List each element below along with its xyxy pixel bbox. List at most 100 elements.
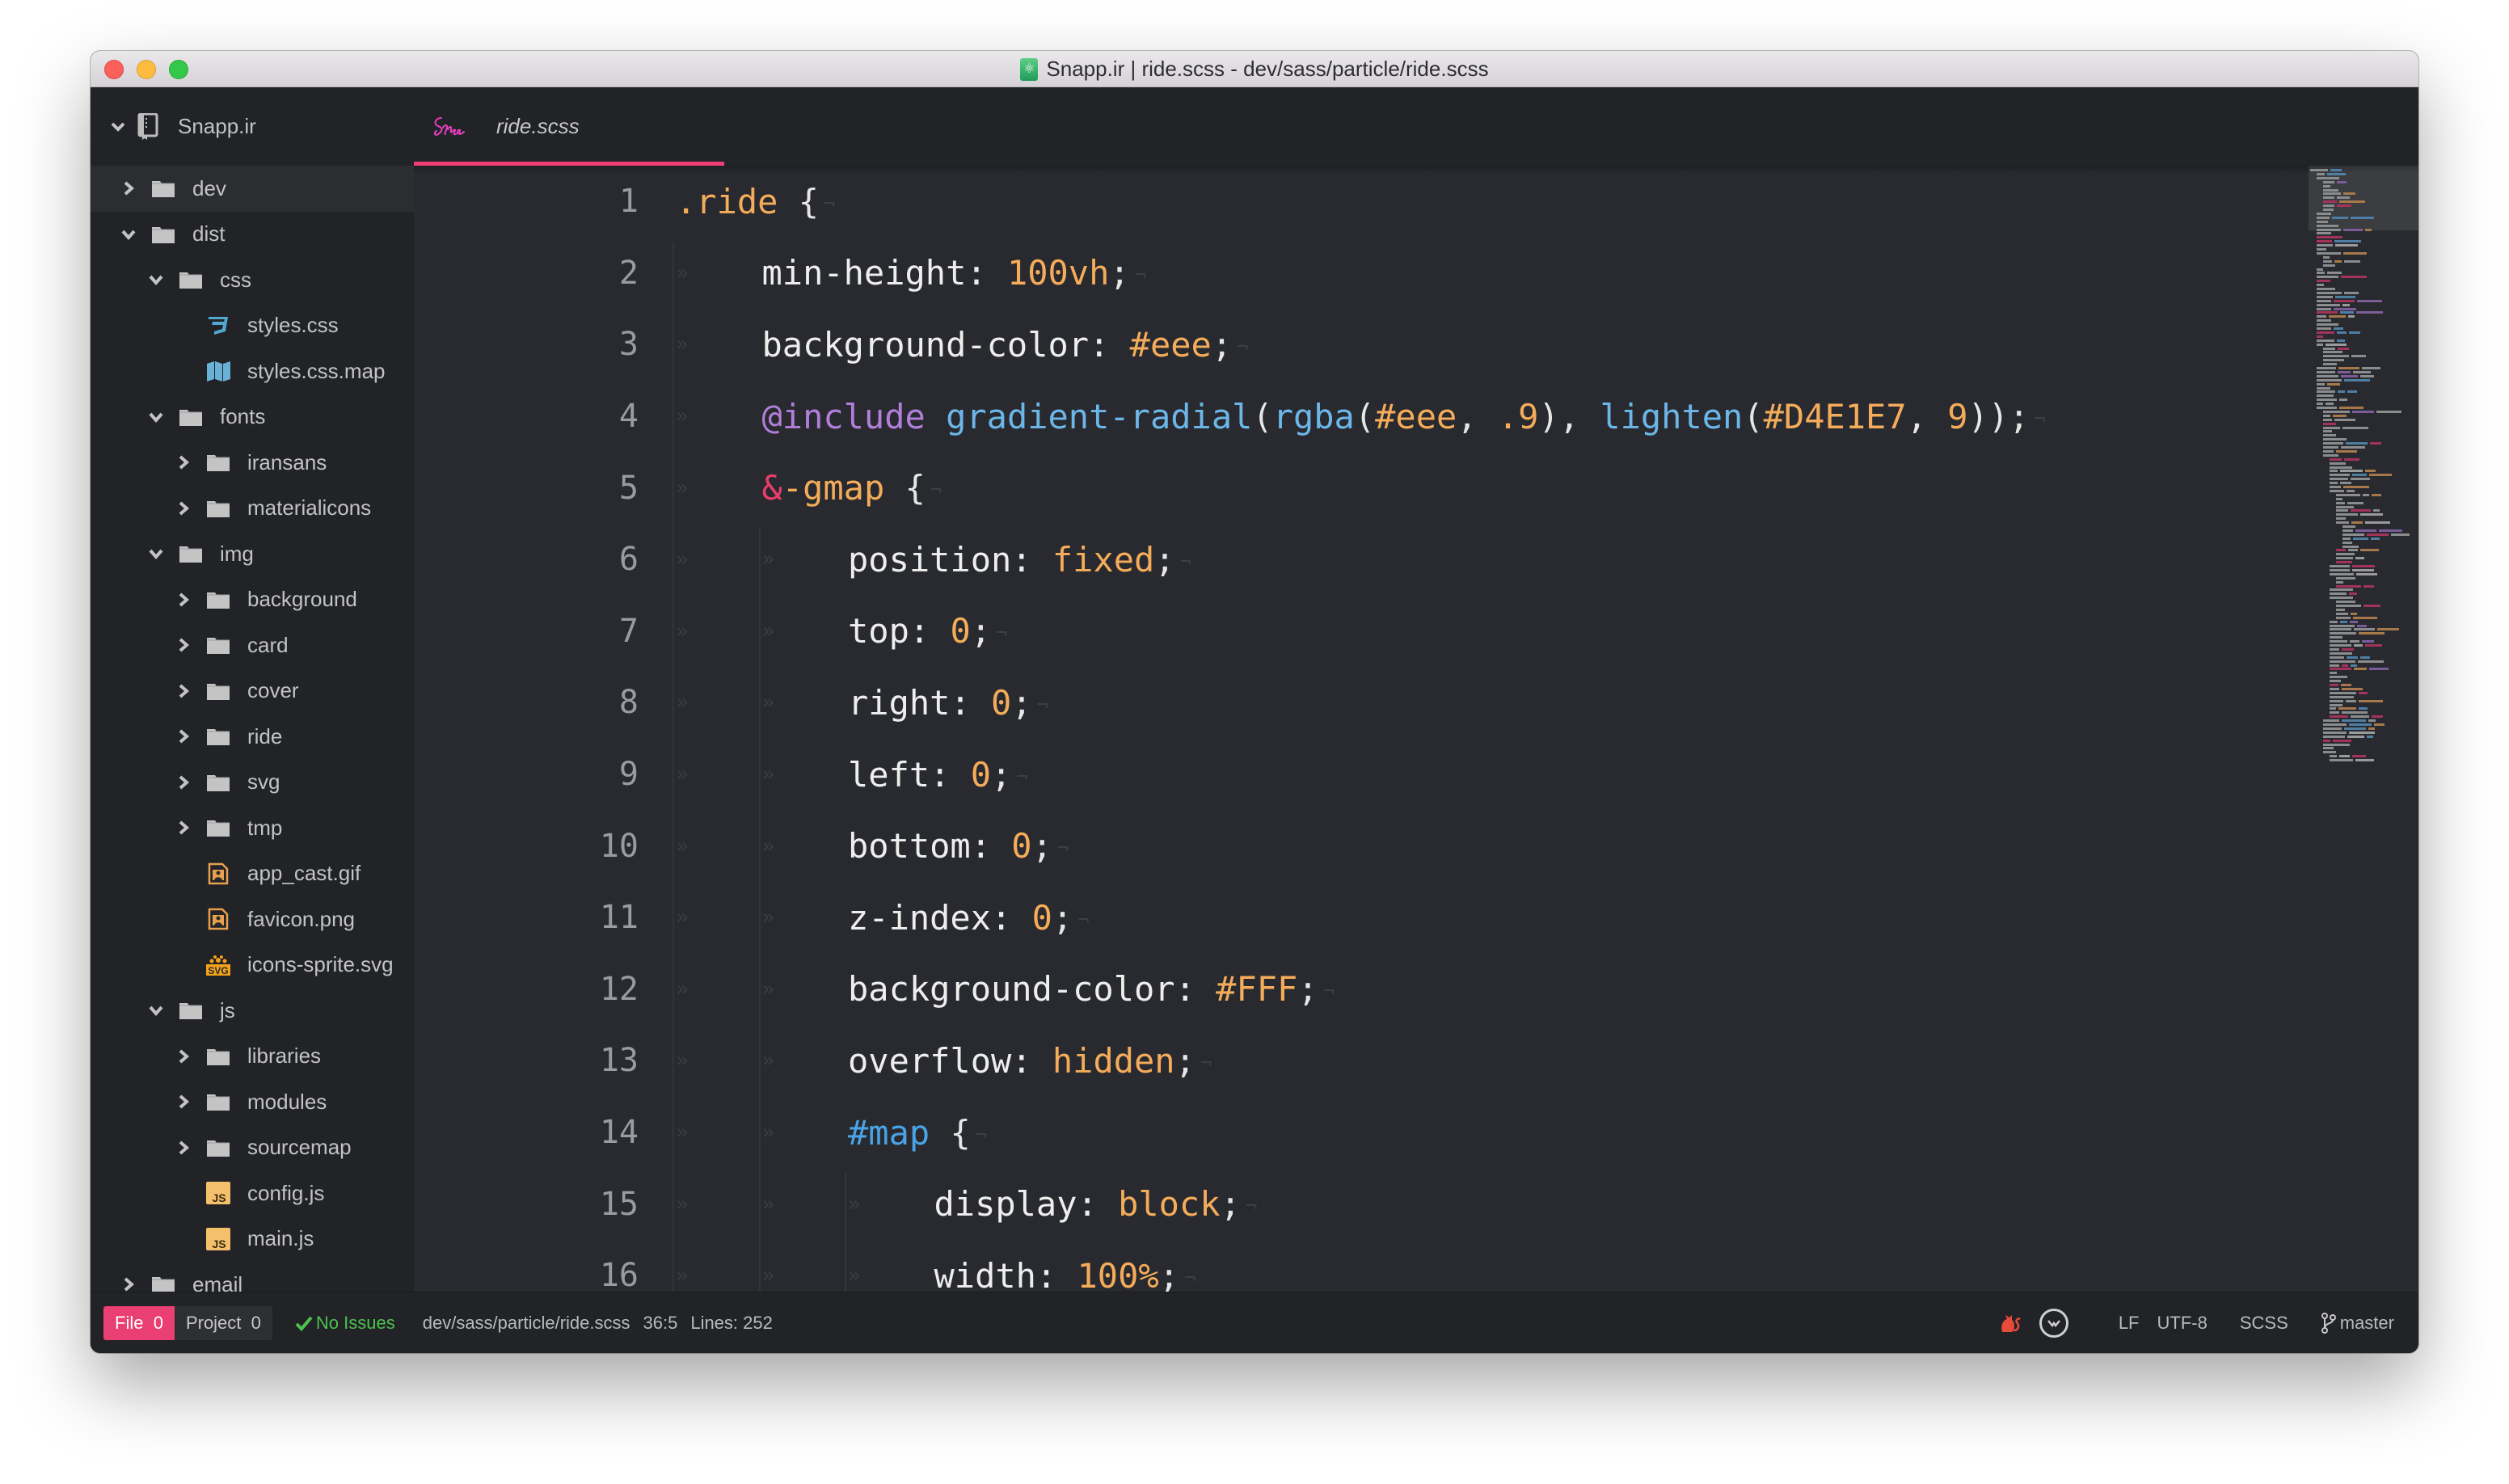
- line-number[interactable]: 2: [414, 255, 639, 292]
- line-number[interactable]: 12: [414, 971, 639, 1008]
- tree-folder-email[interactable]: email: [91, 1262, 414, 1292]
- tree-folder-card[interactable]: card: [91, 622, 414, 668]
- chevron-right-icon[interactable]: [175, 727, 192, 745]
- code-text: @include gradient-radial(rgba(#eee, .9),…: [762, 397, 2046, 436]
- minimap-line: [2330, 759, 2353, 762]
- tree-file-favicon-png[interactable]: favicon.png: [91, 896, 414, 942]
- line-number[interactable]: 7: [414, 613, 639, 650]
- chevron-right-icon[interactable]: [175, 1139, 192, 1157]
- line-number[interactable]: 1: [414, 183, 639, 220]
- tree-file-icons-sprite-svg[interactable]: SVG icons-sprite.svg: [91, 942, 414, 989]
- chevron-right-icon[interactable]: [175, 500, 192, 517]
- code-line[interactable]: 7 » » top: 0; ¬: [414, 596, 2216, 668]
- line-number[interactable]: 9: [414, 756, 639, 793]
- clock-icon[interactable]: [2039, 1309, 2068, 1338]
- code-line[interactable]: 6 » » position: fixed; ¬: [414, 524, 2216, 596]
- tree-file-styles-css-map[interactable]: styles.css.map: [91, 348, 414, 394]
- linter-file-tab[interactable]: File 0: [103, 1306, 175, 1340]
- line-ending[interactable]: LF: [2119, 1313, 2140, 1334]
- chevron-down-icon[interactable]: [120, 226, 137, 243]
- code-line[interactable]: 3 » background-color: #eee; ¬: [414, 309, 2216, 381]
- code-line[interactable]: 15 » » » display: block; ¬: [414, 1168, 2216, 1240]
- chevron-right-icon[interactable]: [120, 1275, 137, 1292]
- minimap-line: [2342, 529, 2353, 532]
- code-line[interactable]: 4» @include gradient-radial(rgba(#eee, .9…: [414, 381, 2216, 453]
- tree-folder-modules[interactable]: modules: [91, 1079, 414, 1125]
- chevron-right-icon[interactable]: [175, 682, 192, 700]
- line-number[interactable]: 10: [414, 828, 639, 865]
- code-line[interactable]: 12 » » background-color: #FFF; ¬: [414, 954, 2216, 1026]
- tree-file-main-js[interactable]: JS main.js: [91, 1216, 414, 1263]
- tree-folder-css[interactable]: css: [91, 257, 414, 303]
- line-number[interactable]: 3: [414, 326, 639, 363]
- chevron-down-icon[interactable]: [147, 408, 165, 426]
- code-line[interactable]: 16 » » » width: 100%; ¬: [414, 1240, 2216, 1292]
- line-number[interactable]: 6: [414, 541, 639, 578]
- chevron-down-icon[interactable]: [147, 271, 165, 289]
- tree-folder-materialicons[interactable]: materialicons: [91, 486, 414, 532]
- file-path[interactable]: dev/sass/particle/ride.scss: [423, 1313, 630, 1334]
- minimap-line: [2317, 291, 2342, 294]
- linter-panel-toggle[interactable]: File 0 Project 0: [103, 1306, 272, 1340]
- tree-folder-fonts[interactable]: fonts: [91, 394, 414, 441]
- git-branch[interactable]: master: [2321, 1313, 2394, 1334]
- chevron-down-icon[interactable]: [147, 1001, 165, 1019]
- code-line[interactable]: 10 » » bottom: 0; ¬: [414, 810, 2216, 882]
- tree-folder-cover[interactable]: cover: [91, 668, 414, 715]
- chevron-right-icon[interactable]: [175, 1093, 192, 1111]
- line-number[interactable]: 16: [414, 1257, 639, 1292]
- code-line[interactable]: 13 » » overflow: hidden; ¬: [414, 1025, 2216, 1097]
- chevron-right-icon[interactable]: [175, 591, 192, 609]
- tree-folder-background[interactable]: background: [91, 577, 414, 623]
- line-number[interactable]: 15: [414, 1186, 639, 1223]
- tree-folder-sourcemap[interactable]: sourcemap: [91, 1125, 414, 1171]
- tree-folder-js[interactable]: js: [91, 988, 414, 1034]
- line-number[interactable]: 11: [414, 899, 639, 936]
- code-line[interactable]: 2 » min-height: 100vh; ¬: [414, 238, 2216, 310]
- line-number[interactable]: 5: [414, 470, 639, 507]
- token-val: hidden: [1052, 1040, 1175, 1081]
- project-root[interactable]: Snapp.ir: [91, 87, 414, 166]
- code-line[interactable]: 8 » » right: 0; ¬: [414, 667, 2216, 739]
- line-number[interactable]: 8: [414, 684, 639, 721]
- chevron-right-icon[interactable]: [175, 774, 192, 791]
- minimap-line: [2344, 378, 2370, 382]
- tree-folder-dev[interactable]: dev: [91, 166, 414, 212]
- line-number[interactable]: 13: [414, 1042, 639, 1079]
- minimap[interactable]: [2309, 166, 2418, 1292]
- code-line[interactable]: 5 » &-gmap {¬: [414, 452, 2216, 524]
- chevron-right-icon[interactable]: [175, 1048, 192, 1065]
- tree-folder-svg[interactable]: svg: [91, 760, 414, 806]
- file-encoding[interactable]: UTF-8: [2157, 1313, 2207, 1334]
- editor-pane: ride.scss 1 .ride {¬ 2» min-height: 100vh; ¬…: [414, 87, 2418, 1292]
- line-number[interactable]: 14: [414, 1114, 639, 1151]
- tree-folder-iransans[interactable]: iransans: [91, 440, 414, 486]
- mouse-icon[interactable]: [1999, 1313, 2022, 1334]
- minimap-line: [2330, 711, 2339, 715]
- tree-file-app-cast-gif[interactable]: app_cast.gif: [91, 851, 414, 897]
- chevron-down-icon[interactable]: [147, 545, 165, 563]
- chevron-right-icon[interactable]: [175, 819, 192, 837]
- tree-file-config-js[interactable]: JS config.js: [91, 1170, 414, 1216]
- grammar-selector[interactable]: SCSS: [2240, 1313, 2288, 1334]
- no-issues-status[interactable]: No Issues: [295, 1313, 395, 1334]
- tree-folder-ride[interactable]: ride: [91, 714, 414, 760]
- chevron-right-icon[interactable]: [120, 179, 137, 197]
- tree-file-styles-css[interactable]: styles.css: [91, 303, 414, 349]
- chevron-right-icon[interactable]: [175, 453, 192, 471]
- minimap-line: [2344, 291, 2359, 294]
- tree-folder-dist[interactable]: dist: [91, 212, 414, 258]
- tree-folder-img[interactable]: img: [91, 531, 414, 577]
- tab-ride-scss[interactable]: ride.scss: [414, 87, 724, 166]
- chevron-right-icon[interactable]: [175, 636, 192, 654]
- code-line[interactable]: 14 » » #map {¬: [414, 1097, 2216, 1169]
- code-line[interactable]: 1 .ride {¬: [414, 166, 2216, 238]
- linter-project-tab[interactable]: Project 0: [174, 1306, 272, 1340]
- code-line[interactable]: 11 » » z-index: 0; ¬: [414, 882, 2216, 954]
- cursor-position[interactable]: 36:5: [643, 1313, 678, 1334]
- tree-folder-tmp[interactable]: tmp: [91, 805, 414, 851]
- code-line[interactable]: 9 » » left: 0; ¬: [414, 739, 2216, 811]
- tree-folder-libraries[interactable]: libraries: [91, 1034, 414, 1080]
- line-number[interactable]: 4: [414, 398, 639, 435]
- code-editor[interactable]: 1 .ride {¬ 2» min-height: 100vh; ¬ 3» backgrou…: [414, 166, 2216, 1292]
